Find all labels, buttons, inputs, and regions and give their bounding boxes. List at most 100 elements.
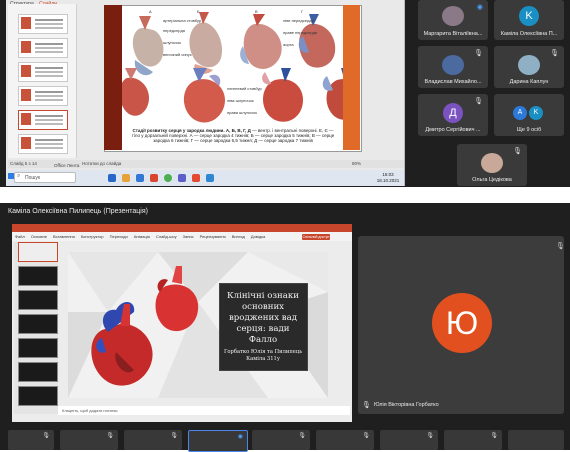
participant-tile[interactable]: 🎙 Ольга Цедікова — [457, 144, 527, 186]
participant-strip-tile[interactable] — [508, 430, 564, 450]
explorer-icon[interactable] — [108, 174, 116, 182]
mic-off-icon: 🎙 — [298, 433, 306, 439]
participant-photo — [442, 6, 464, 26]
slide-thumbnail-selected[interactable] — [18, 242, 58, 262]
slide-thumbnail[interactable] — [18, 386, 58, 406]
participant-name: Юлія Вікторівна Горбатко — [374, 402, 439, 408]
menu-help[interactable]: Довідка — [251, 234, 265, 239]
notes-hint[interactable]: Нотатки до слайда — [82, 161, 121, 166]
slide-thumbnail[interactable] — [18, 86, 68, 106]
screenshot-separator — [0, 187, 570, 203]
slide-thumbnail[interactable] — [18, 338, 58, 358]
powerpoint-icon[interactable] — [150, 174, 158, 182]
participant-strip-tile[interactable]: 🎙 — [380, 430, 438, 450]
mic-off-icon: 🎙 — [513, 148, 522, 155]
menu-transitions[interactable]: Переходи — [110, 234, 128, 239]
anatomy-label: легеневий стовбур — [227, 86, 262, 91]
menu-record[interactable]: Запис — [183, 234, 194, 239]
participant-photo — [518, 55, 540, 75]
chrome-icon[interactable] — [164, 174, 172, 182]
slide-thumbnail-selected[interactable] — [18, 110, 68, 130]
ppt-ribbon-menu: Файл Основне Вставлення Конструктор Переходи… — [12, 232, 352, 241]
menu-home[interactable]: Основне — [31, 234, 47, 239]
heart-stage-g — [262, 68, 303, 122]
slide-authors: Горбатко Юлія та Пилипець Каміла 311у — [223, 349, 303, 362]
word-icon[interactable] — [136, 174, 144, 182]
participant-tile[interactable]: K Камілa Олексіївна П... — [494, 0, 564, 40]
mic-off-icon: 🎙 — [490, 433, 498, 439]
speaking-icon: ◉ — [237, 434, 243, 440]
slide-left-bar — [104, 5, 122, 150]
anatomy-label: передсердя — [163, 28, 185, 33]
taskbar-clock: 15:03 18.10.2021 — [376, 172, 400, 183]
heart-stage-f — [183, 68, 225, 123]
heart-stage-a — [132, 16, 164, 76]
menu-animation[interactable]: Анімація — [134, 234, 150, 239]
participant-strip-tile[interactable]: 🎙 — [60, 430, 118, 450]
mic-off-icon: 🎙 — [474, 98, 483, 105]
slide-right-bar — [343, 5, 360, 150]
slide-thumbnail[interactable] — [18, 314, 58, 334]
slide-counter: Слайд 5 з 14 — [10, 161, 37, 166]
zoom-level[interactable]: 80% — [352, 161, 361, 166]
mic-off-icon: 🎙 — [42, 433, 50, 439]
anatomy-label: праве передсердя — [283, 30, 317, 35]
office-icon[interactable] — [192, 174, 200, 182]
slide-thumbnail[interactable] — [18, 266, 58, 286]
anatomy-label: права шлуночок — [227, 110, 257, 115]
participant-strip-tile[interactable]: 🎙 — [252, 430, 310, 450]
notes-bar[interactable]: Клацніть, щоб додати нотатки — [58, 406, 350, 415]
participant-tile[interactable]: ◉ Маргарита Віталіївна... — [418, 0, 488, 40]
participant-strip-tile[interactable]: 🎙 — [124, 430, 182, 450]
participant-strip-tile[interactable]: 🎙 — [8, 430, 54, 450]
presenter-title: Каміла Олексіївна Пилипець (Презентація) — [8, 208, 148, 215]
slide-thumbnail[interactable] — [18, 38, 68, 58]
participant-name: Ольга Цедікова — [472, 177, 512, 183]
folder-icon[interactable] — [122, 174, 130, 182]
participant-tile[interactable]: 🎙 Владислав Михайло... — [418, 46, 488, 88]
slide-thumbnail[interactable] — [18, 362, 58, 382]
menu-review[interactable]: Рецензування — [200, 234, 226, 239]
heart-stage-c — [240, 14, 282, 69]
participant-strip-tile-active[interactable]: ◉ — [188, 430, 248, 452]
share-button[interactable]: Спільний доступ — [302, 234, 330, 240]
menu-file[interactable]: Файл — [15, 234, 25, 239]
slide-thumbnail[interactable] — [18, 14, 68, 34]
stage-letter-b: Б — [197, 9, 200, 14]
mic-off-icon: 🎙 — [106, 433, 114, 439]
mic-off-icon: 🎙 — [556, 243, 565, 250]
mic-off-icon: 🎙 — [550, 50, 559, 57]
menu-slideshow[interactable]: Слайд-шоу — [156, 234, 177, 239]
participant-name: Владислав Михайло... — [424, 79, 482, 85]
more-participants-tile[interactable]: A K Ще 9 осіб — [494, 94, 564, 136]
speaking-icon: ◉ — [476, 4, 483, 11]
menu-view[interactable]: Вигляд — [232, 234, 245, 239]
mic-off-icon: 🎙 — [362, 402, 371, 409]
stage-letter-d: Г — [301, 9, 304, 14]
slide-thumbnail[interactable] — [18, 62, 68, 82]
participant-name: Камілa Олексіївна П... — [500, 31, 558, 37]
edge-icon[interactable] — [206, 174, 214, 182]
menu-insert[interactable]: Вставлення — [53, 234, 75, 239]
participant-avatar-large: Ю — [432, 293, 492, 353]
participant-photo — [442, 55, 464, 75]
participant-name: Дарина Каплун — [509, 79, 549, 85]
anatomy-label: венозний синус — [163, 52, 192, 57]
menu-design[interactable]: Конструктор — [81, 234, 104, 239]
anatomy-label: аорта — [283, 42, 294, 47]
participant-strip-tile[interactable]: 🎙 — [444, 430, 502, 450]
participant-tile[interactable]: Д 🎙 Дмитро Сергійович ... — [418, 94, 488, 136]
anatomy-label: ліве передсердя — [283, 18, 314, 23]
participant-name: Маргарита Віталіївна... — [423, 31, 483, 37]
slide-thumbnail[interactable] — [18, 134, 68, 154]
participant-avatar-k-icon: K — [529, 106, 543, 120]
slide-thumbnail[interactable] — [18, 290, 58, 310]
participant-strip-tile[interactable]: 🎙 — [316, 430, 374, 450]
anatomy-label: ліва шлуночок — [227, 98, 254, 103]
teams-icon[interactable] — [178, 174, 186, 182]
mic-off-icon: 🎙 — [474, 50, 483, 57]
participant-tile[interactable]: 🎙 Дарина Каплун — [494, 46, 564, 88]
taskbar-search[interactable]: Пошук — [14, 172, 76, 183]
search-icon: ⌕ — [17, 173, 21, 179]
participant-avatar: K — [519, 6, 539, 26]
